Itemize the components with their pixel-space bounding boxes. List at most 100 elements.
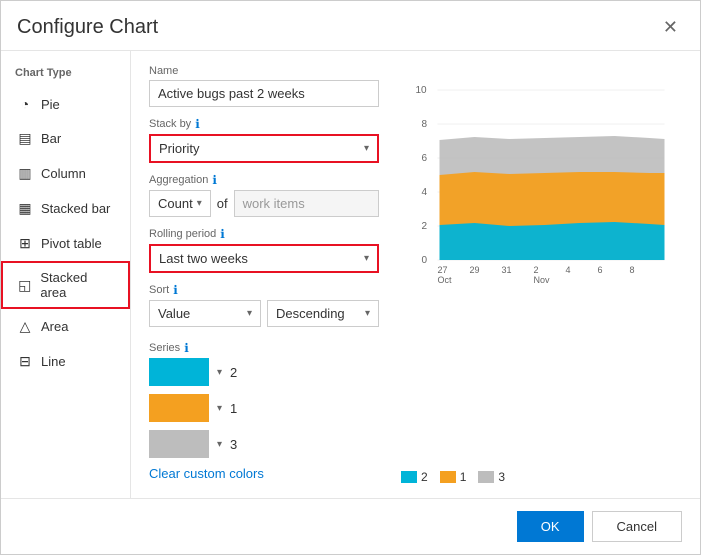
svg-text:Nov: Nov <box>534 275 551 285</box>
chart-area: 0 2 4 6 8 10 <box>397 65 682 462</box>
sort-info-icon[interactable]: ℹ <box>173 283 178 297</box>
rolling-period-field-group: Rolling period ℹ Last two weeks ▾ <box>149 227 379 273</box>
series-swatch-chevron-icon-0: ▾ <box>217 367 222 378</box>
svg-text:6: 6 <box>598 265 603 275</box>
cancel-button[interactable]: Cancel <box>592 511 682 542</box>
chart-panel: 0 2 4 6 8 10 <box>397 65 682 484</box>
stack-by-chevron-icon: ▾ <box>364 143 369 154</box>
series-swatch-chevron-icon-1: ▾ <box>217 403 222 414</box>
area-chart-icon: △ <box>17 318 33 335</box>
svg-text:4: 4 <box>566 265 571 275</box>
series-item-0: ▾2 <box>149 358 379 386</box>
legend-item-1: 1 <box>440 470 467 484</box>
chart-legend: 2 1 3 <box>397 470 682 484</box>
svg-text:31: 31 <box>502 265 512 275</box>
name-label: Name <box>149 65 379 77</box>
line-chart-icon: ⊟ <box>17 353 33 370</box>
series-color-swatch-2[interactable] <box>149 430 209 458</box>
sidebar-item-column[interactable]: ▥ Column <box>1 156 130 191</box>
sort-label: Sort ℹ <box>149 283 379 297</box>
legend-swatch-1 <box>440 471 456 483</box>
ok-button[interactable]: OK <box>517 511 584 542</box>
aggregation-field-group: Aggregation ℹ Count ▾ of work items <box>149 173 379 217</box>
sidebar-item-label-pivot-table: Pivot table <box>41 236 102 251</box>
series-label-0: 2 <box>230 365 237 380</box>
legend-swatch-2 <box>401 471 417 483</box>
sidebar-item-label-column: Column <box>41 166 86 181</box>
aggregation-items-text: work items <box>234 190 379 217</box>
chart-svg: 0 2 4 6 8 10 <box>397 65 682 285</box>
svg-text:10: 10 <box>416 85 428 96</box>
main-content: Name Stack by ℹ Priority ▾ Aggregati <box>131 51 700 498</box>
rolling-period-info-icon[interactable]: ℹ <box>220 227 225 241</box>
dialog-footer: OK Cancel <box>1 498 700 554</box>
column-chart-icon: ▥ <box>17 165 33 182</box>
series-swatch-chevron-icon-2: ▾ <box>217 439 222 450</box>
sidebar-item-line[interactable]: ⊟Line <box>1 344 130 379</box>
pie-chart-icon: ◔ <box>17 96 33 112</box>
sort-direction-select[interactable]: Descending ▾ <box>267 300 379 327</box>
dialog-title: Configure Chart <box>17 16 158 39</box>
sidebar-item-bar[interactable]: ▤Bar <box>1 121 130 156</box>
aggregation-chevron-icon: ▾ <box>197 198 202 209</box>
svg-text:Oct: Oct <box>438 275 453 285</box>
stack-by-label: Stack by ℹ <box>149 117 379 131</box>
stack-by-select[interactable]: Priority ▾ <box>149 134 379 163</box>
dialog-header: Configure Chart ✕ <box>1 1 700 51</box>
legend-item-3: 3 <box>478 470 505 484</box>
series-info-icon[interactable]: ℹ <box>184 341 189 355</box>
name-input[interactable] <box>149 80 379 107</box>
legend-item-2: 2 <box>401 470 428 484</box>
sidebar-section-label: Chart Type <box>1 63 130 87</box>
series-label-2: 3 <box>230 437 237 452</box>
sidebar-item-stacked-area[interactable]: ◱ Stacked area <box>1 261 130 309</box>
series-label: Series ℹ <box>149 341 379 355</box>
series-color-swatch-0[interactable] <box>149 358 209 386</box>
aggregation-select[interactable]: Count ▾ <box>149 190 211 217</box>
sort-field-group: Sort ℹ Value ▾ Descending ▾ <box>149 283 379 327</box>
clear-custom-colors-link[interactable]: Clear custom colors <box>149 466 264 481</box>
aggregation-info-icon[interactable]: ℹ <box>212 173 217 187</box>
sidebar-item-label-pie: Pie <box>41 97 60 112</box>
sidebar-item-label-stacked-bar: Stacked bar <box>41 201 110 216</box>
stack-by-info-icon[interactable]: ℹ <box>195 117 200 131</box>
svg-text:0: 0 <box>422 255 428 266</box>
svg-text:2: 2 <box>534 265 539 275</box>
dialog-body: Chart Type ◔ Pie ▤Bar ▥ Column ▦Stacked bar ⊞ P… <box>1 51 700 498</box>
form-panel: Name Stack by ℹ Priority ▾ Aggregati <box>149 65 379 484</box>
sidebar-item-pivot-table[interactable]: ⊞ Pivot table <box>1 226 130 261</box>
aggregation-of-text: of <box>217 196 228 211</box>
legend-label-1: 1 <box>460 470 467 484</box>
rolling-period-select[interactable]: Last two weeks ▾ <box>149 244 379 273</box>
series-item-1: ▾1 <box>149 394 379 422</box>
sidebar-item-pie[interactable]: ◔ Pie <box>1 87 130 121</box>
sort-value-select[interactable]: Value ▾ <box>149 300 261 327</box>
stack-by-field-group: Stack by ℹ Priority ▾ <box>149 117 379 163</box>
sidebar-item-label-stacked-area: Stacked area <box>40 270 114 300</box>
stacked-area-chart-icon: ◱ <box>17 277 32 294</box>
legend-label-2: 2 <box>421 470 428 484</box>
sidebar-item-area[interactable]: △Area <box>1 309 130 344</box>
aggregation-row: Count ▾ of work items <box>149 190 379 217</box>
svg-text:8: 8 <box>422 119 428 130</box>
pivot-table-chart-icon: ⊞ <box>17 235 33 252</box>
svg-text:4: 4 <box>422 187 428 198</box>
bar-chart-icon: ▤ <box>17 130 33 147</box>
rolling-period-chevron-icon: ▾ <box>364 253 369 264</box>
close-button[interactable]: ✕ <box>657 15 684 40</box>
svg-text:6: 6 <box>422 153 428 164</box>
rolling-period-label: Rolling period ℹ <box>149 227 379 241</box>
series-section: Series ℹ ▾2▾1▾3 Clear custom colors <box>149 341 379 481</box>
series-item-2: ▾3 <box>149 430 379 458</box>
svg-text:8: 8 <box>630 265 635 275</box>
series-color-swatch-1[interactable] <box>149 394 209 422</box>
series-label-1: 1 <box>230 401 237 416</box>
legend-label-3: 3 <box>498 470 505 484</box>
sidebar-item-stacked-bar[interactable]: ▦Stacked bar <box>1 191 130 226</box>
configure-chart-dialog: Configure Chart ✕ Chart Type ◔ Pie ▤Bar ▥ Co… <box>0 0 701 555</box>
sort-value-chevron-icon: ▾ <box>247 308 252 319</box>
sort-direction-chevron-icon: ▾ <box>365 308 370 319</box>
chart-type-sidebar: Chart Type ◔ Pie ▤Bar ▥ Column ▦Stacked bar ⊞ P… <box>1 51 131 498</box>
name-field-group: Name <box>149 65 379 107</box>
legend-swatch-3 <box>478 471 494 483</box>
